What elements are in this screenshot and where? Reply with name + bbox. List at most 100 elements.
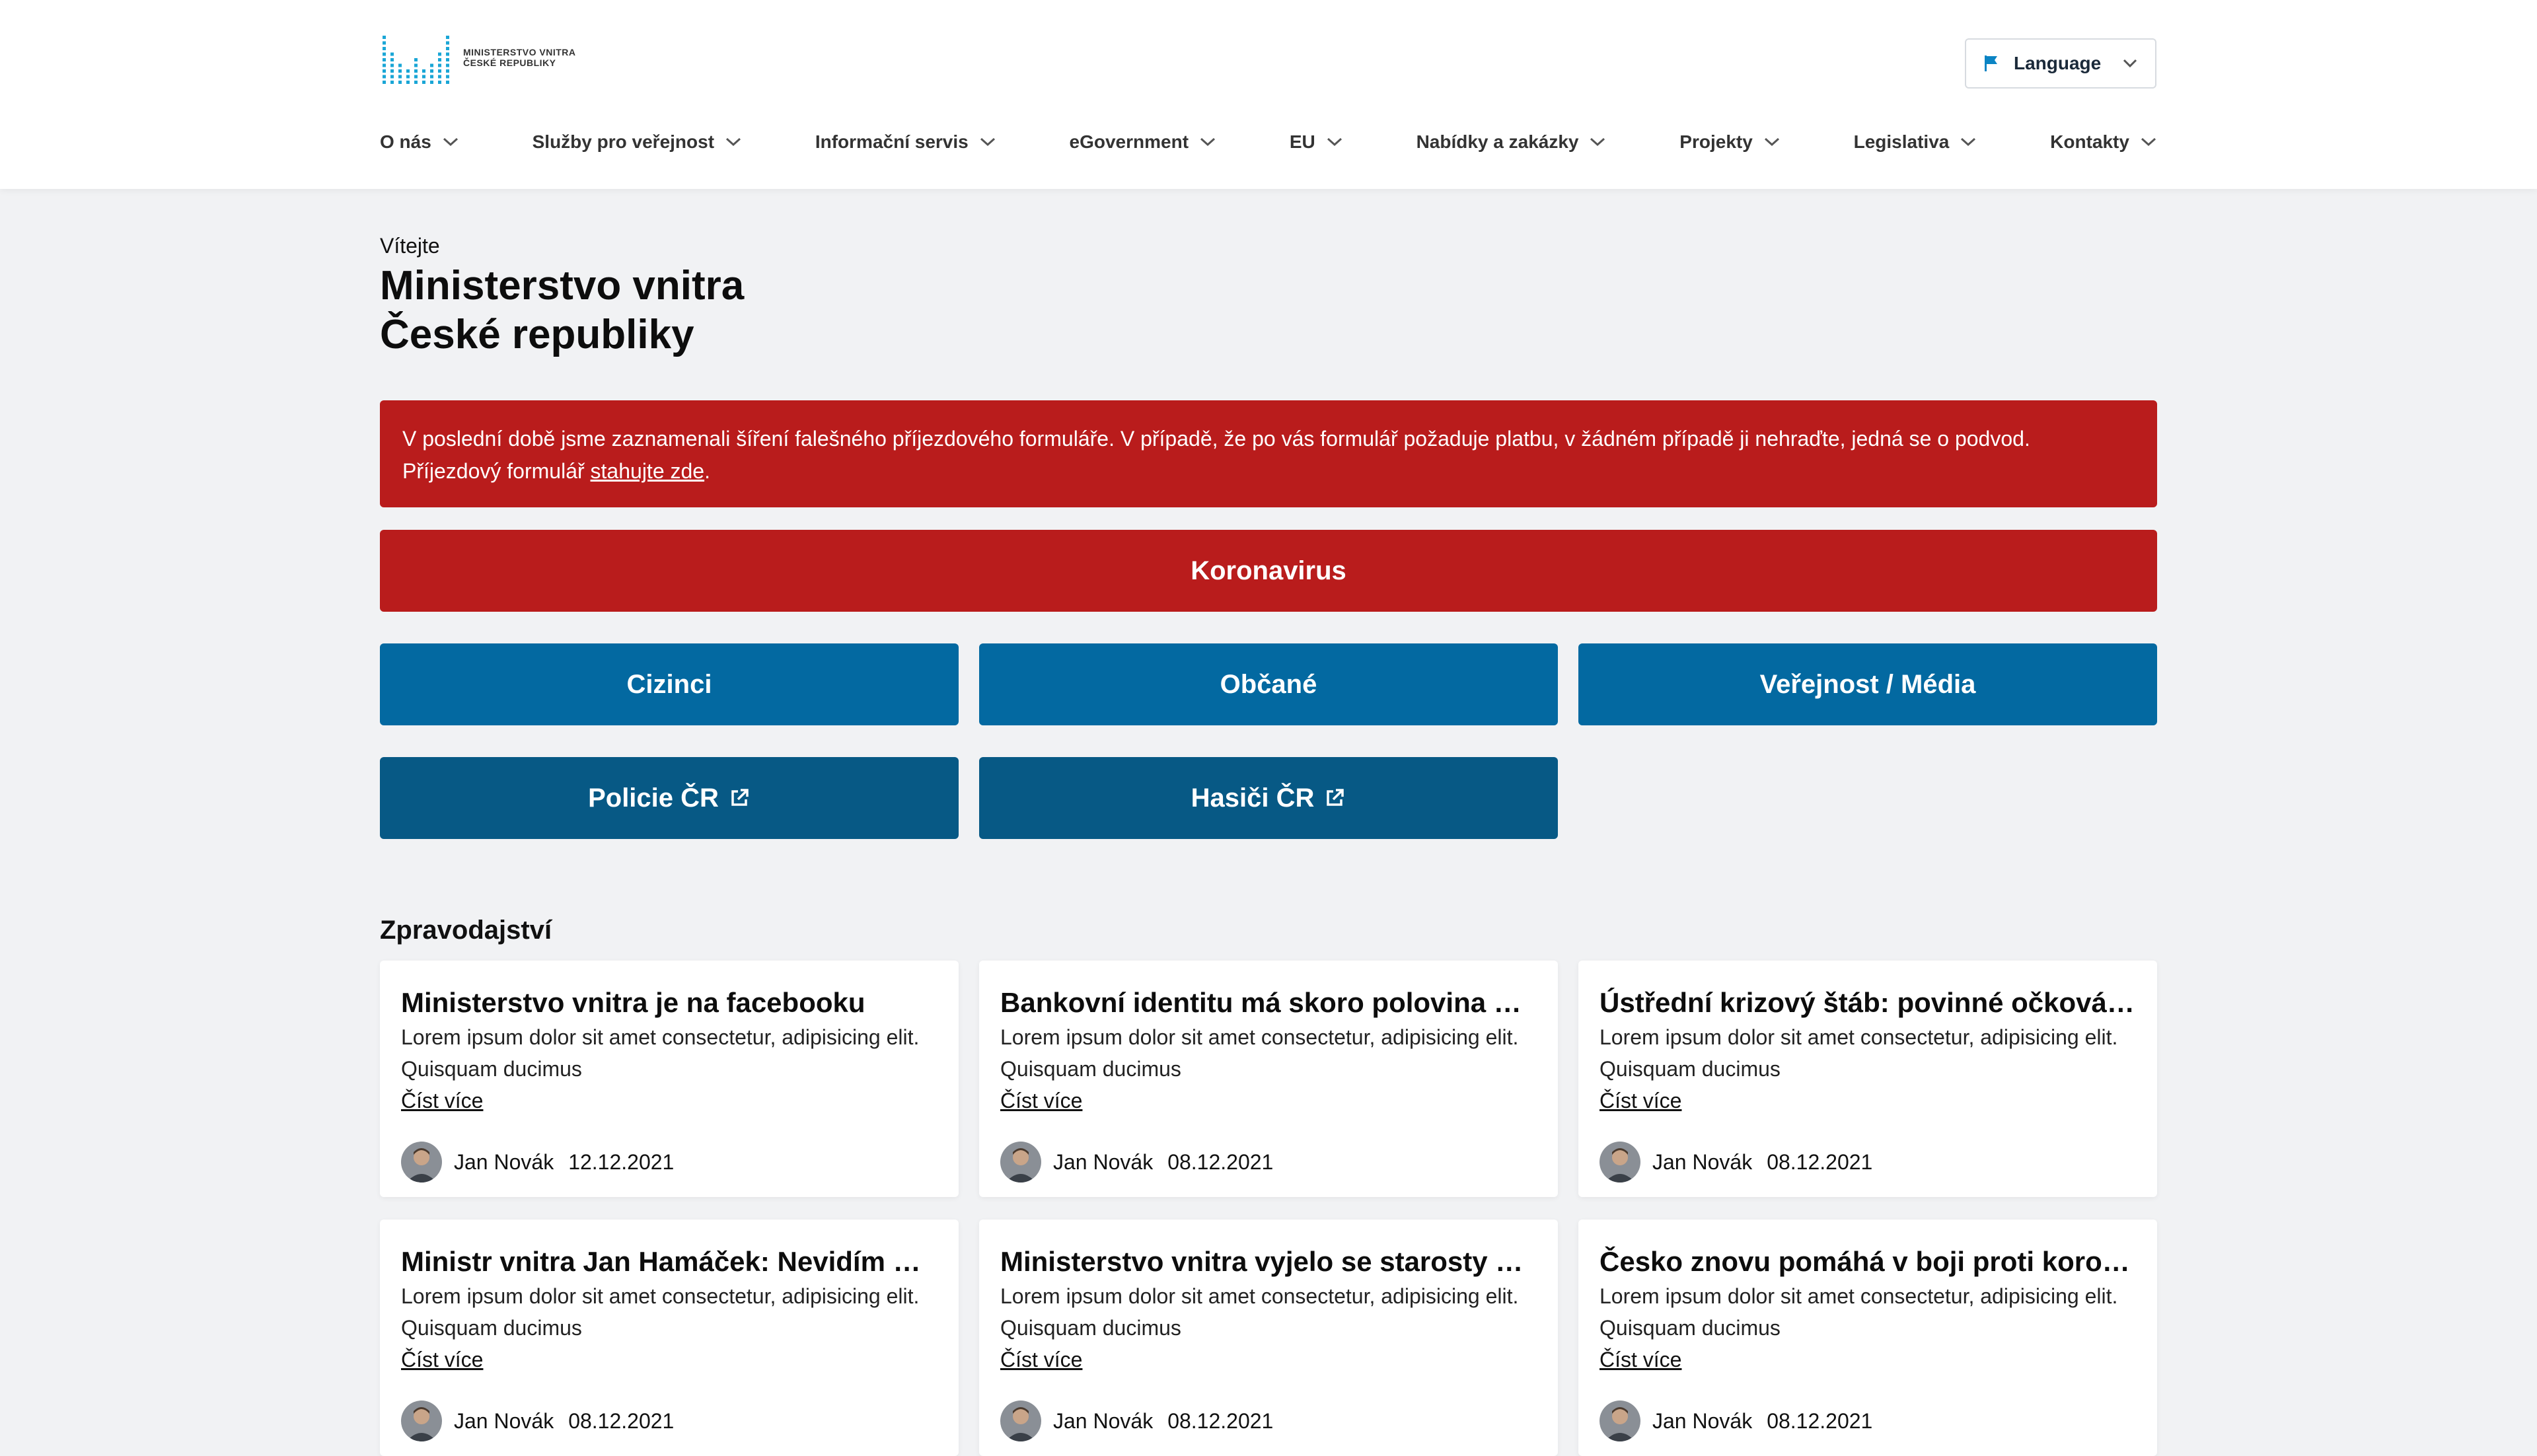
- news-card[interactable]: Bankovní identitu má skoro polovina Čech…: [979, 961, 1558, 1197]
- news-card[interactable]: Ministr vnitra Jan Hamáček: Nevidím důvo…: [380, 1219, 959, 1456]
- news-title[interactable]: Bankovní identitu má skoro polovina Čech…: [1000, 984, 1537, 1021]
- logo-line-1: MINISTERSTVO VNITRA: [463, 47, 576, 57]
- read-more-link[interactable]: Číst více: [1599, 1344, 1681, 1375]
- news-excerpt: Lorem ipsum dolor sit amet consectetur, …: [1599, 1025, 2118, 1049]
- news-card[interactable]: Česko znovu pomáhá v boji proti koronavi…: [1578, 1219, 2157, 1456]
- ministry-logo-icon: [383, 36, 449, 84]
- page-title-line-1: Ministerstvo vnitra: [380, 263, 745, 309]
- external-link-icon: [731, 789, 749, 806]
- logo-dot: [446, 41, 449, 45]
- logo-dot: [438, 81, 441, 84]
- logo-dot: [446, 47, 449, 50]
- nav-label: eGovernment: [1069, 131, 1189, 152]
- read-more-link[interactable]: Číst více: [401, 1085, 483, 1116]
- news-card[interactable]: Ministerstvo vnitra je na facebooku Lore…: [380, 961, 959, 1197]
- logo-dot: [383, 63, 386, 67]
- news-excerpt: Lorem ipsum dolor sit amet consectetur, …: [1000, 1025, 1519, 1049]
- logo-dot: [438, 52, 441, 56]
- chevron-down-icon: [2141, 137, 2156, 147]
- news-author: Jan Novák: [1053, 1408, 1154, 1433]
- logo-dot: [430, 63, 433, 67]
- news-card[interactable]: Ministerstvo vnitra vyjelo se starosty o…: [979, 1219, 1558, 1456]
- nav-label: Nabídky a zakázky: [1416, 131, 1579, 152]
- verejnost-media-button[interactable]: Veřejnost / Média: [1578, 643, 2157, 725]
- news-date: 08.12.2021: [1767, 1149, 1873, 1174]
- nav-label: O nás: [380, 131, 431, 152]
- button-label: Občané: [1220, 669, 1317, 699]
- policie-cr-button[interactable]: Policie ČR: [380, 757, 959, 839]
- site-header: MINISTERSTVO VNITRA ČESKÉ REPUBLIKY Lang…: [0, 0, 2537, 189]
- read-more-link[interactable]: Číst více: [1000, 1085, 1082, 1116]
- nav-item-sluzby[interactable]: Služby pro veřejnost: [533, 131, 742, 153]
- avatar: [1599, 1401, 1640, 1441]
- logo-dot: [383, 81, 386, 84]
- news-title[interactable]: Ministr vnitra Jan Hamáček: Nevidím důvo…: [401, 1243, 938, 1280]
- news-date: 08.12.2021: [568, 1408, 675, 1433]
- button-label: Hasiči ČR: [1191, 783, 1315, 813]
- logo-dot: [414, 81, 418, 84]
- logo-dot: [438, 75, 441, 79]
- logo-dot: [430, 81, 433, 84]
- ministry-logo[interactable]: MINISTERSTVO VNITRA ČESKÉ REPUBLIKY: [380, 30, 576, 85]
- logo-dot: [446, 75, 449, 79]
- news-card[interactable]: Ústřední krizový štáb: povinné očkování …: [1578, 961, 2157, 1197]
- nav-item-projekty[interactable]: Projekty: [1679, 131, 1781, 153]
- alert-text-end: .: [704, 459, 710, 483]
- nav-item-egovernment[interactable]: eGovernment: [1070, 131, 1217, 153]
- koronavirus-button[interactable]: Koronavirus: [380, 530, 2157, 612]
- logo-dot: [398, 81, 402, 84]
- logo-dot: [446, 81, 449, 84]
- logo-dot: [446, 58, 449, 61]
- nav-item-o-nas[interactable]: O nás: [380, 131, 459, 153]
- chevron-down-icon: [1200, 137, 1216, 147]
- page-title-line-2: České republiky: [380, 312, 694, 357]
- logo-dot: [430, 69, 433, 73]
- language-select[interactable]: Language: [1965, 38, 2156, 89]
- button-label: Cizinci: [626, 669, 712, 699]
- logo-dot: [422, 69, 425, 73]
- logo-dot: [398, 69, 402, 73]
- news-excerpt-2: Quisquam ducimus: [1599, 1316, 1781, 1340]
- news-title[interactable]: Česko znovu pomáhá v boji proti koronavi…: [1599, 1243, 2136, 1280]
- nav-item-nabidky[interactable]: Nabídky a zakázky: [1416, 131, 1607, 153]
- news-title[interactable]: Ústřední krizový štáb: povinné očkování …: [1599, 984, 2136, 1021]
- news-author: Jan Novák: [1652, 1149, 1753, 1174]
- logo-dot: [390, 58, 394, 61]
- logo-dot: [383, 58, 386, 61]
- nav-label: Projekty: [1679, 131, 1753, 152]
- nav-item-eu[interactable]: EU: [1290, 131, 1343, 153]
- nav-item-informacni-servis[interactable]: Informační servis: [815, 131, 996, 153]
- read-more-link[interactable]: Číst více: [1000, 1344, 1082, 1375]
- nav-label: Legislativa: [1853, 131, 1950, 152]
- obcane-button[interactable]: Občané: [979, 643, 1558, 725]
- logo-dot: [438, 58, 441, 61]
- nav-label: EU: [1289, 131, 1315, 152]
- nav-item-kontakty[interactable]: Kontakty: [2050, 131, 2157, 153]
- news-excerpt: Lorem ipsum dolor sit amet consectetur, …: [1599, 1284, 2118, 1308]
- news-excerpt-2: Quisquam ducimus: [1000, 1057, 1181, 1081]
- logo-text: MINISTERSTVO VNITRA ČESKÉ REPUBLIKY: [463, 47, 576, 68]
- news-meta: Jan Novák 08.12.2021: [1000, 1142, 1537, 1183]
- chevron-down-icon: [726, 137, 741, 147]
- news-section-title: Zpravodajství: [380, 916, 552, 945]
- logo-dot: [383, 69, 386, 73]
- news-date: 08.12.2021: [1767, 1408, 1873, 1433]
- alert-download-link[interactable]: stahujte zde: [591, 459, 705, 483]
- news-author: Jan Novák: [454, 1149, 554, 1174]
- cizinci-button[interactable]: Cizinci: [380, 643, 959, 725]
- logo-dot: [438, 69, 441, 73]
- news-title[interactable]: Ministerstvo vnitra je na facebooku: [401, 984, 938, 1021]
- news-excerpt: Lorem ipsum dolor sit amet consectetur, …: [1000, 1284, 1519, 1308]
- news-excerpt-2: Quisquam ducimus: [401, 1316, 582, 1340]
- news-title[interactable]: Ministerstvo vnitra vyjelo se starosty o…: [1000, 1243, 1537, 1280]
- read-more-link[interactable]: Číst více: [401, 1344, 483, 1375]
- logo-dot: [446, 36, 449, 39]
- main-nav: O nás Služby pro veřejnost Informační se…: [380, 129, 2157, 155]
- news-date: 08.12.2021: [1167, 1149, 1274, 1174]
- hasici-cr-button[interactable]: Hasiči ČR: [979, 757, 1558, 839]
- news-meta: Jan Novák 08.12.2021: [401, 1401, 938, 1441]
- nav-item-legislativa[interactable]: Legislativa: [1854, 131, 1977, 153]
- read-more-link[interactable]: Číst více: [1599, 1085, 1681, 1116]
- logo-dot: [446, 52, 449, 56]
- chevron-down-icon: [2123, 59, 2137, 68]
